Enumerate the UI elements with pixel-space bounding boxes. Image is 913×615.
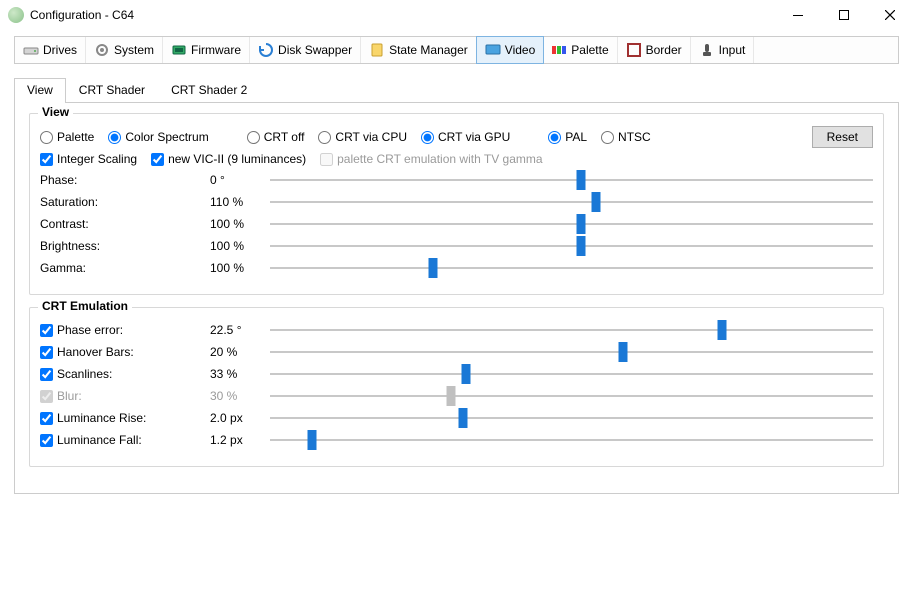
toolbar-state-manager[interactable]: State Manager bbox=[361, 37, 477, 63]
blur-slider bbox=[270, 388, 873, 404]
luminance-rise-value: 2.0 px bbox=[210, 411, 270, 425]
phase-slider[interactable] bbox=[270, 172, 873, 188]
scanlines-slider[interactable] bbox=[270, 366, 873, 382]
brightness-value: 100 % bbox=[210, 239, 270, 253]
toolbar-palette[interactable]: Palette bbox=[543, 37, 617, 63]
toolbar: Drives System Firmware Disk Swapper Stat… bbox=[14, 36, 899, 64]
crt-emulation-title: CRT Emulation bbox=[38, 299, 132, 313]
luminance-rise-slider[interactable] bbox=[270, 410, 873, 426]
radio-crt-off[interactable]: CRT off bbox=[247, 130, 305, 144]
luminance-fall-label: Luminance Fall: bbox=[57, 433, 142, 447]
phase-value: 0 ° bbox=[210, 173, 270, 187]
titlebar: Configuration - C64 bbox=[0, 0, 913, 30]
radio-ntsc[interactable]: NTSC bbox=[601, 130, 651, 144]
window-title: Configuration - C64 bbox=[30, 8, 134, 22]
hanover-bars-slider[interactable] bbox=[270, 344, 873, 360]
phase-error-slider[interactable] bbox=[270, 322, 873, 338]
check-blur bbox=[40, 390, 53, 403]
gamma-slider[interactable] bbox=[270, 260, 873, 276]
reset-button[interactable]: Reset bbox=[812, 126, 873, 148]
radio-crt-via-gpu[interactable]: CRT via GPU bbox=[421, 130, 510, 144]
toolbar-drives[interactable]: Drives bbox=[15, 37, 86, 63]
saturation-slider[interactable] bbox=[270, 194, 873, 210]
gamma-label: Gamma: bbox=[40, 261, 210, 275]
crt-emulation-group: CRT Emulation Phase error:22.5 ° Hanover… bbox=[29, 307, 884, 467]
radio-crt-via-cpu[interactable]: CRT via CPU bbox=[318, 130, 407, 144]
tab-crt-shader-2[interactable]: CRT Shader 2 bbox=[158, 78, 260, 103]
toolbar-video[interactable]: Video bbox=[476, 36, 544, 64]
close-button[interactable] bbox=[867, 0, 913, 30]
luminance-rise-label: Luminance Rise: bbox=[57, 411, 146, 425]
check-integer-scaling[interactable]: Integer Scaling bbox=[40, 152, 137, 166]
radio-palette[interactable]: Palette bbox=[40, 130, 94, 144]
radio-pal[interactable]: PAL bbox=[548, 130, 587, 144]
app-icon bbox=[8, 7, 24, 23]
hanover-bars-value: 20 % bbox=[210, 345, 270, 359]
phase-label: Phase: bbox=[40, 173, 210, 187]
toolbar-firmware[interactable]: Firmware bbox=[163, 37, 250, 63]
view-tabs: View CRT Shader CRT Shader 2 bbox=[14, 78, 899, 103]
view-group-title: View bbox=[38, 105, 73, 119]
tab-view[interactable]: View bbox=[14, 78, 66, 103]
scanlines-value: 33 % bbox=[210, 367, 270, 381]
blur-label: Blur: bbox=[57, 389, 82, 403]
luminance-fall-slider[interactable] bbox=[270, 432, 873, 448]
check-new-vic[interactable]: new VIC-II (9 luminances) bbox=[151, 152, 306, 166]
luminance-fall-value: 1.2 px bbox=[210, 433, 270, 447]
check-luminance-rise[interactable] bbox=[40, 412, 53, 425]
tab-crt-shader[interactable]: CRT Shader bbox=[66, 78, 158, 103]
saturation-value: 110 % bbox=[210, 195, 270, 209]
scanlines-label: Scanlines: bbox=[57, 367, 112, 381]
window-controls bbox=[775, 0, 913, 30]
contrast-value: 100 % bbox=[210, 217, 270, 231]
contrast-slider[interactable] bbox=[270, 216, 873, 232]
phase-error-value: 22.5 ° bbox=[210, 323, 270, 337]
toolbar-disk-swapper[interactable]: Disk Swapper bbox=[250, 37, 361, 63]
brightness-label: Brightness: bbox=[40, 239, 210, 253]
saturation-label: Saturation: bbox=[40, 195, 210, 209]
check-scanlines[interactable] bbox=[40, 368, 53, 381]
contrast-label: Contrast: bbox=[40, 217, 210, 231]
check-phase-error[interactable] bbox=[40, 324, 53, 337]
minimize-button[interactable] bbox=[775, 0, 821, 30]
check-luminance-fall[interactable] bbox=[40, 434, 53, 447]
gamma-value: 100 % bbox=[210, 261, 270, 275]
toolbar-input[interactable]: Input bbox=[691, 37, 755, 63]
toolbar-border[interactable]: Border bbox=[618, 37, 691, 63]
hanover-bars-label: Hanover Bars: bbox=[57, 345, 134, 359]
toolbar-system[interactable]: System bbox=[86, 37, 163, 63]
check-hanover-bars[interactable] bbox=[40, 346, 53, 359]
brightness-slider[interactable] bbox=[270, 238, 873, 254]
blur-value: 30 % bbox=[210, 389, 270, 403]
view-group: View Palette Color Spectrum CRT off CRT … bbox=[29, 113, 884, 295]
phase-error-label: Phase error: bbox=[57, 323, 123, 337]
check-palette-crt-tv: palette CRT emulation with TV gamma bbox=[320, 152, 542, 166]
maximize-button[interactable] bbox=[821, 0, 867, 30]
radio-color-spectrum[interactable]: Color Spectrum bbox=[108, 130, 208, 144]
